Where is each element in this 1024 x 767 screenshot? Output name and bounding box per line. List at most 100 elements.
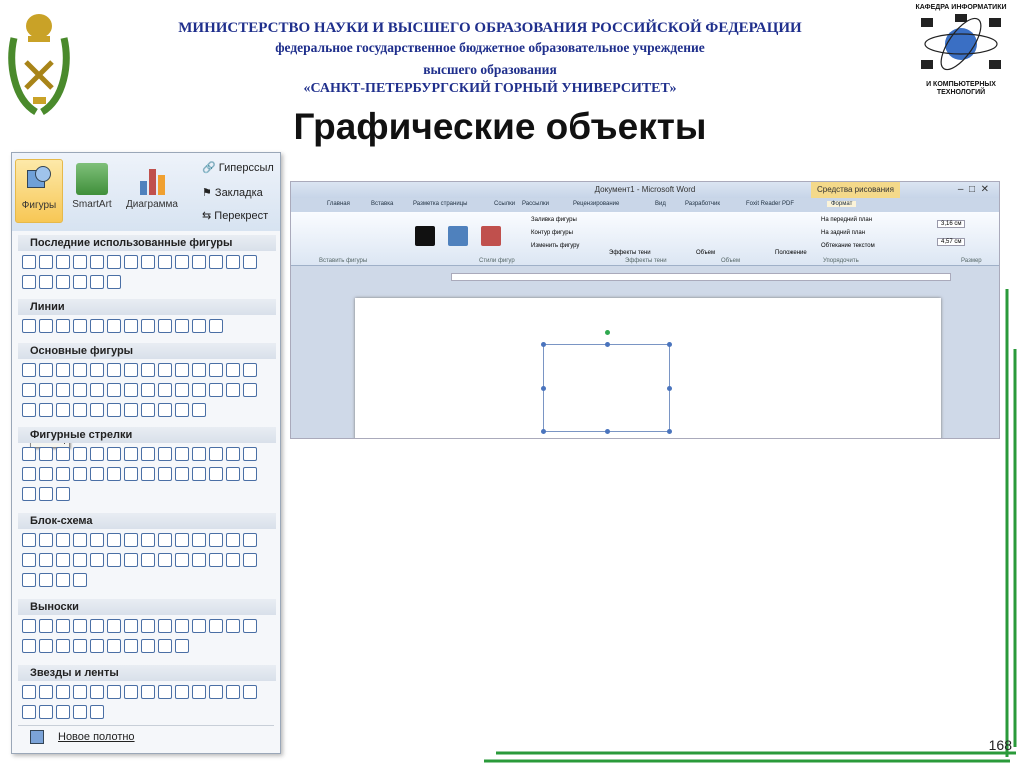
shape-thumbnail[interactable]: [243, 363, 257, 377]
shape-thumbnail[interactable]: [73, 533, 87, 547]
shape-thumbnail[interactable]: [73, 639, 87, 653]
cross-reference-button[interactable]: ⇆ Перекрест: [202, 209, 268, 222]
shape-thumbnail[interactable]: [107, 403, 121, 417]
shape-thumbnail[interactable]: [39, 275, 53, 289]
shape-thumbnail[interactable]: [22, 363, 36, 377]
shape-thumbnail[interactable]: [192, 553, 206, 567]
shape-thumbnail[interactable]: [22, 319, 36, 333]
shape-thumbnail[interactable]: [175, 639, 189, 653]
shape-thumbnail[interactable]: [175, 533, 189, 547]
shape-thumbnail[interactable]: [175, 467, 189, 481]
shape-thumbnail[interactable]: [141, 403, 155, 417]
tab-review[interactable]: Рецензирование: [573, 201, 619, 207]
shape-thumbnail[interactable]: [90, 275, 104, 289]
shape-thumbnail[interactable]: [90, 447, 104, 461]
shape-thumbnail[interactable]: [158, 619, 172, 633]
shape-thumbnail[interactable]: [124, 319, 138, 333]
shape-thumbnail[interactable]: [73, 467, 87, 481]
shape-thumbnail[interactable]: [39, 619, 53, 633]
shape-thumbnail[interactable]: [56, 255, 70, 269]
shape-thumbnail[interactable]: [243, 619, 257, 633]
shape-thumbnail[interactable]: [243, 685, 257, 699]
shape-thumbnail[interactable]: [22, 705, 36, 719]
hyperlink-button[interactable]: 🔗 Гиперссыл: [202, 161, 274, 174]
shape-thumbnail[interactable]: [175, 553, 189, 567]
shape-thumbnail[interactable]: [22, 685, 36, 699]
shape-thumbnail[interactable]: [90, 255, 104, 269]
shape-thumbnail[interactable]: [192, 403, 206, 417]
shape-thumbnail[interactable]: [226, 363, 240, 377]
shape-thumbnail[interactable]: [158, 553, 172, 567]
bookmark-button[interactable]: ⚑ Закладка: [202, 186, 263, 199]
shape-thumbnail[interactable]: [243, 447, 257, 461]
shape-thumbnail[interactable]: [107, 447, 121, 461]
shape-thumbnail[interactable]: [22, 447, 36, 461]
shape-thumbnail[interactable]: [158, 363, 172, 377]
shape-thumbnail[interactable]: [124, 685, 138, 699]
shape-thumbnail[interactable]: [90, 319, 104, 333]
tab-foxit[interactable]: Foxit Reader PDF: [746, 201, 794, 207]
shape-thumbnail[interactable]: [175, 319, 189, 333]
shape-thumbnail[interactable]: [158, 467, 172, 481]
shape-thumbnail[interactable]: [56, 619, 70, 633]
shape-thumbnail[interactable]: [107, 619, 121, 633]
shape-thumbnail[interactable]: [141, 447, 155, 461]
shape-thumbnail[interactable]: [22, 403, 36, 417]
shape-thumbnail[interactable]: [73, 319, 87, 333]
change-shape-command[interactable]: Изменить фигуру: [531, 243, 579, 249]
shape-thumbnail[interactable]: [39, 383, 53, 397]
shape-thumbnail[interactable]: [90, 685, 104, 699]
shape-thumbnail[interactable]: [56, 363, 70, 377]
shape-thumbnail[interactable]: [56, 487, 70, 501]
shape-thumbnail[interactable]: [192, 467, 206, 481]
shape-thumbnail[interactable]: [124, 255, 138, 269]
outline-command[interactable]: Контур фигуры: [531, 230, 573, 236]
tab-format[interactable]: Формат: [827, 201, 857, 207]
shape-thumbnail[interactable]: [90, 639, 104, 653]
shape-thumbnail[interactable]: [243, 467, 257, 481]
shape-thumbnail[interactable]: [226, 255, 240, 269]
shape-thumbnail[interactable]: [175, 363, 189, 377]
width-field[interactable]: 4,57 см: [937, 238, 966, 246]
shape-thumbnail[interactable]: [107, 275, 121, 289]
shape-thumbnail[interactable]: [141, 533, 155, 547]
shape-thumbnail[interactable]: [107, 639, 121, 653]
shape-thumbnail[interactable]: [209, 363, 223, 377]
shape-thumbnail[interactable]: [22, 467, 36, 481]
shape-thumbnail[interactable]: [90, 553, 104, 567]
new-canvas-button[interactable]: Новое полотно: [18, 725, 274, 747]
shape-thumbnail[interactable]: [56, 447, 70, 461]
shape-thumbnail[interactable]: [107, 319, 121, 333]
shape-thumbnail[interactable]: [209, 319, 223, 333]
color-swatch-blue[interactable]: [448, 226, 468, 246]
tab-insert[interactable]: Вставка: [371, 201, 393, 207]
shape-thumbnail[interactable]: [39, 319, 53, 333]
shape-thumbnail[interactable]: [124, 467, 138, 481]
shape-thumbnail[interactable]: [124, 533, 138, 547]
shape-thumbnail[interactable]: [22, 553, 36, 567]
position-command[interactable]: Положение: [775, 250, 807, 256]
tab-home[interactable]: Главная: [327, 201, 350, 207]
shape-thumbnail[interactable]: [141, 383, 155, 397]
shape-thumbnail[interactable]: [226, 467, 240, 481]
shape-thumbnail[interactable]: [90, 705, 104, 719]
shape-thumbnail[interactable]: [209, 553, 223, 567]
shape-thumbnail[interactable]: [192, 319, 206, 333]
smartart-button[interactable]: SmartArt: [68, 159, 116, 223]
shape-thumbnail[interactable]: [192, 255, 206, 269]
shape-thumbnail[interactable]: [90, 467, 104, 481]
shape-thumbnail[interactable]: [192, 533, 206, 547]
shape-thumbnail[interactable]: [73, 275, 87, 289]
shape-thumbnail[interactable]: [22, 255, 36, 269]
tab-page-layout[interactable]: Разметка страницы: [413, 201, 467, 207]
shape-thumbnail[interactable]: [158, 639, 172, 653]
shape-thumbnail[interactable]: [226, 533, 240, 547]
shape-thumbnail[interactable]: [56, 319, 70, 333]
shape-thumbnail[interactable]: [175, 685, 189, 699]
shape-thumbnail[interactable]: [158, 403, 172, 417]
shape-thumbnail[interactable]: [141, 553, 155, 567]
shape-thumbnail[interactable]: [39, 487, 53, 501]
shape-thumbnail[interactable]: [209, 255, 223, 269]
shape-thumbnail[interactable]: [226, 447, 240, 461]
shape-thumbnail[interactable]: [90, 383, 104, 397]
